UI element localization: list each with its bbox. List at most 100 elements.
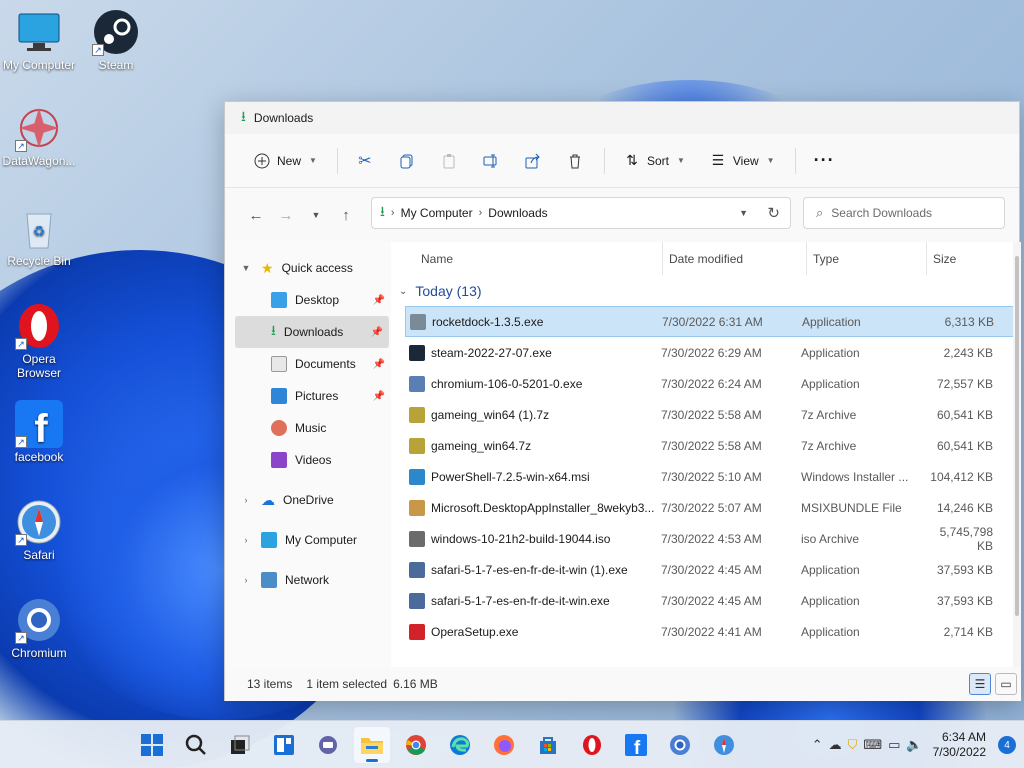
column-header-date[interactable]: Date modified <box>663 242 807 275</box>
recent-locations-button[interactable]: ▼ <box>301 200 331 230</box>
widgets-button[interactable] <box>266 727 302 763</box>
nav-my-computer[interactable]: › My Computer <box>225 524 391 556</box>
up-button[interactable]: ↑ <box>331 200 361 230</box>
nav-network[interactable]: › Network <box>225 564 391 596</box>
nav-pictures[interactable]: Pictures 📌 <box>225 380 391 412</box>
edge-taskbar-button[interactable] <box>442 727 478 763</box>
view-button[interactable]: ☰ View ▼ <box>701 145 783 177</box>
table-row[interactable]: Microsoft.DesktopAppInstaller_8wekyb3...… <box>405 492 1019 523</box>
address-bar[interactable]: ⭳ › My Computer › Downloads ▼ ↻ <box>371 197 791 229</box>
store-taskbar-button[interactable] <box>530 727 566 763</box>
start-button[interactable] <box>134 727 170 763</box>
nav-onedrive[interactable]: › ☁ OneDrive <box>225 484 391 516</box>
chrome-icon <box>406 735 426 755</box>
safari-icon <box>714 735 734 755</box>
show-hidden-icons-button[interactable]: ⌃ <box>812 737 823 753</box>
desktop-icon-opera[interactable]: ↗ Opera Browser <box>0 302 78 380</box>
table-row[interactable]: OperaSetup.exe 7/30/2022 4:41 AM Applicati… <box>405 616 1019 647</box>
breadcrumb-my-computer[interactable]: My Computer <box>401 206 473 220</box>
desktop-icon-facebook[interactable]: f ↗ facebook <box>0 400 78 464</box>
desktop-icon-label: Opera Browser <box>16 352 61 380</box>
scrollbar-thumb[interactable] <box>1015 256 1019 616</box>
display-icon[interactable]: ▭ <box>888 737 900 753</box>
notification-badge[interactable]: 4 <box>998 736 1016 754</box>
desktop-icon-safari[interactable]: ↗ Safari <box>0 498 78 562</box>
desktop-icon-my-computer[interactable]: My Computer <box>0 8 78 72</box>
file-size: 5,745,798 KB <box>939 524 993 553</box>
table-row[interactable]: safari-5-1-7-es-en-fr-de-it-win.exe 7/30/… <box>405 585 1019 616</box>
desktop-icon-recycle-bin[interactable]: ♻ Recycle Bin <box>0 204 78 268</box>
column-header-type[interactable]: Type <box>807 242 927 275</box>
security-shield-icon[interactable]: ⛉ <box>848 737 858 753</box>
address-dropdown-button[interactable]: ▼ <box>739 208 748 218</box>
facebook-icon: f <box>625 734 647 756</box>
chromium-taskbar-button[interactable] <box>662 727 698 763</box>
nav-music[interactable]: Music <box>225 412 391 444</box>
table-row[interactable]: gameing_win64 (1).7z 7/30/2022 5:58 AM 7z … <box>405 399 1019 430</box>
steam-icon: ↗ <box>92 8 140 56</box>
explorer-body: ▼ ★ Quick access Desktop 📌 ⭳ Downloads 📌… <box>225 242 1021 667</box>
opera-taskbar-button[interactable] <box>574 727 610 763</box>
details-view-button[interactable]: ☰ <box>969 673 991 695</box>
active-indicator <box>366 759 378 762</box>
cut-button[interactable]: ✂ <box>348 145 382 177</box>
column-header-name[interactable]: Name <box>391 242 663 275</box>
file-size: 60,541 KB <box>936 407 993 422</box>
column-header-size[interactable]: Size <box>927 242 1007 275</box>
table-row[interactable]: PowerShell-7.2.5-win-x64.msi 7/30/2022 5:… <box>405 461 1019 492</box>
desktop-icon-datawagon[interactable]: ↗ DataWagon... <box>0 104 78 168</box>
taskbar: f ⌃ ☁ ⛉ ⌨ ▭ 🔈 6:34 AM 7/30/2022 4 <box>0 720 1024 768</box>
task-view-button[interactable] <box>222 727 258 763</box>
desktop-icon-steam[interactable]: ↗ Steam <box>77 8 155 72</box>
new-button[interactable]: New ▼ <box>245 145 325 177</box>
taskbar-search-button[interactable] <box>178 727 214 763</box>
tiles-view-button[interactable]: ▭ <box>995 673 1017 695</box>
copy-button[interactable] <box>390 145 424 177</box>
back-button[interactable]: ← <box>241 200 271 230</box>
clock[interactable]: 6:34 AM 7/30/2022 <box>933 730 986 760</box>
sort-button[interactable]: ⇅ Sort ▼ <box>615 145 693 177</box>
group-header-today[interactable]: ⌄ Today (13) <box>391 276 1021 306</box>
nav-label: Videos <box>295 453 332 467</box>
delete-button[interactable] <box>558 145 592 177</box>
firefox-icon <box>494 735 514 755</box>
facebook-taskbar-button[interactable]: f <box>618 727 654 763</box>
table-row[interactable]: gameing_win64.7z 7/30/2022 5:58 AM 7z Arch… <box>405 430 1019 461</box>
title-bar[interactable]: ⭳ Downloads <box>225 102 1019 134</box>
file-name: safari-5-1-7-es-en-fr-de-it-win.exe <box>431 593 610 608</box>
network-disconnected-icon[interactable]: ☁ <box>829 737 842 753</box>
vertical-scrollbar[interactable] <box>1013 242 1021 667</box>
chevron-right-icon: › <box>390 207 395 219</box>
safari-taskbar-button[interactable] <box>706 727 742 763</box>
table-row[interactable]: safari-5-1-7-es-en-fr-de-it-win (1).exe 7… <box>405 554 1019 585</box>
volume-icon[interactable]: 🔈 <box>906 737 922 753</box>
firefox-taskbar-button[interactable] <box>486 727 522 763</box>
desktop-icon-chromium[interactable]: ↗ Chromium <box>0 596 78 660</box>
nav-quick-access[interactable]: ▼ ★ Quick access <box>225 252 391 284</box>
nav-videos[interactable]: Videos <box>225 444 391 476</box>
chrome-taskbar-button[interactable] <box>398 727 434 763</box>
forward-button[interactable]: → <box>271 200 301 230</box>
table-row[interactable]: windows-10-21h2-build-19044.iso 7/30/2022… <box>405 523 1019 554</box>
table-row[interactable]: rocketdock-1.3.5.exe 7/30/2022 6:31 AM App… <box>405 306 1019 337</box>
nav-documents[interactable]: Documents 📌 <box>225 348 391 380</box>
breadcrumb-downloads[interactable]: Downloads <box>488 206 547 220</box>
search-box[interactable]: ⌕ Search Downloads <box>803 197 1005 229</box>
nav-desktop[interactable]: Desktop 📌 <box>225 284 391 316</box>
download-icon: ⭳ <box>380 203 385 219</box>
keyboard-icon[interactable]: ⌨ <box>863 737 882 753</box>
nav-downloads[interactable]: ⭳ Downloads 📌 <box>235 316 389 348</box>
refresh-button[interactable]: ↻ <box>767 204 780 222</box>
clock-time: 6:34 AM <box>941 730 986 744</box>
file-explorer-taskbar-button[interactable] <box>354 727 390 763</box>
share-button[interactable] <box>516 145 550 177</box>
table-row[interactable]: steam-2022-27-07.exe 7/30/2022 6:29 AM App… <box>405 337 1019 368</box>
rename-button[interactable] <box>474 145 508 177</box>
paste-button[interactable] <box>432 145 466 177</box>
table-row[interactable]: chromium-106-0-5201-0.exe 7/30/2022 6:24 … <box>405 368 1019 399</box>
more-options-button[interactable]: ··· <box>806 145 843 177</box>
file-explorer-window[interactable]: ⭳ Downloads New ▼ ✂ ⇅ Sort ▼ ☰ View ▼ ··… <box>224 101 1021 701</box>
file-icon <box>409 468 425 485</box>
chat-button[interactable] <box>310 727 346 763</box>
paste-icon <box>440 152 458 170</box>
